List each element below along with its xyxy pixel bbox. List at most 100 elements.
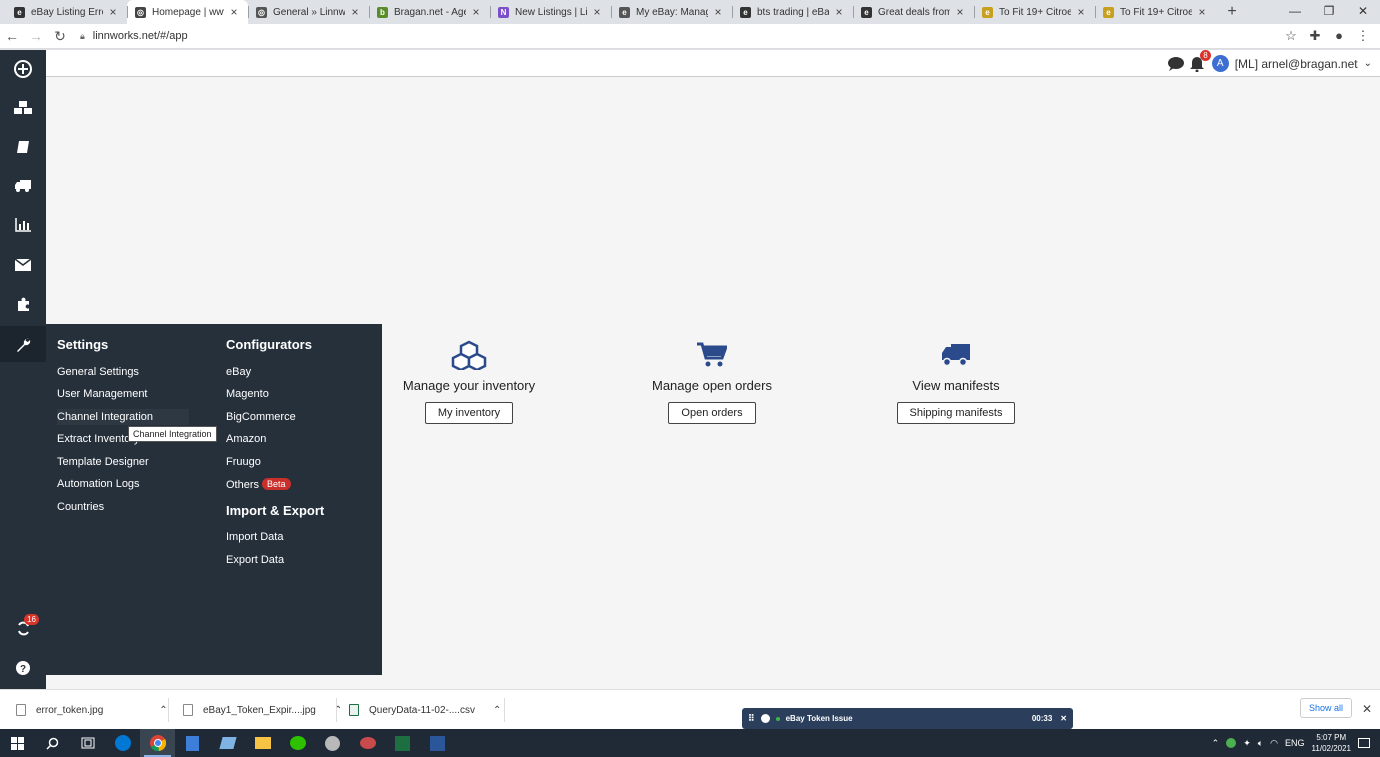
app-icon[interactable]	[210, 729, 245, 757]
dropbox-icon[interactable]: ✦	[1243, 738, 1251, 749]
reports-chart-icon[interactable]	[0, 207, 46, 243]
screen-recorder-pill[interactable]: ⠿ eBay Token Issue 00:33 ✕	[742, 708, 1073, 729]
chrome-icon[interactable]	[140, 729, 175, 757]
browser-tab[interactable]: ◎ Homepage | www.li ×	[127, 0, 248, 24]
new-tab-button[interactable]: +	[1220, 0, 1244, 24]
chevron-up-icon[interactable]: ⌃	[493, 705, 501, 716]
clock[interactable]: 5:07 PM 11/02/2021	[1312, 732, 1351, 754]
import-data-link[interactable]: Import Data	[226, 531, 283, 543]
skype-icon[interactable]	[105, 729, 140, 757]
wifi-icon[interactable]: ◠	[1270, 738, 1278, 749]
open-orders-button[interactable]: Open orders	[668, 402, 756, 424]
help-icon[interactable]: ?	[0, 650, 46, 686]
browser-tab[interactable]: e To Fit 19+ Citroen E ×	[974, 0, 1095, 24]
close-tab-icon[interactable]: ×	[954, 5, 966, 19]
close-tab-icon[interactable]: ×	[712, 5, 724, 19]
task-view-icon[interactable]	[70, 729, 105, 757]
download-item[interactable]: error_token.jpg ⌃	[16, 690, 168, 730]
orders-book-icon[interactable]	[0, 129, 46, 165]
windows-start-icon[interactable]	[0, 729, 35, 757]
close-tab-icon[interactable]: ×	[107, 5, 119, 19]
settings-item-user-management[interactable]: User Management	[57, 388, 148, 400]
browser-tab[interactable]: e To Fit 19+ Citroen E ×	[1095, 0, 1216, 24]
settings-item-general[interactable]: General Settings	[57, 366, 139, 378]
settings-item-automation-logs[interactable]: Automation Logs	[57, 478, 140, 490]
apps-puzzle-icon[interactable]	[0, 286, 46, 322]
network-status-icon[interactable]	[1226, 738, 1237, 748]
browser-tab[interactable]: ◎ General » Linnwork ×	[248, 0, 369, 24]
dashboard-icon[interactable]	[0, 51, 46, 87]
close-tab-icon[interactable]: ×	[349, 5, 361, 19]
settings-flyout: Settings General Settings User Managemen…	[46, 324, 382, 675]
shipping-manifests-button[interactable]: Shipping manifests	[896, 402, 1016, 424]
chevron-up-icon[interactable]: ⌃	[159, 705, 167, 716]
tab-favicon-icon: e	[861, 6, 872, 18]
show-all-button[interactable]: Show all	[1299, 698, 1352, 718]
download-item[interactable]: eBay1_Token_Expir....jpg ⌃	[183, 690, 342, 730]
notifications-bell-icon[interactable]: 8	[1189, 49, 1211, 72]
settings-wrench-icon[interactable]	[0, 326, 46, 362]
inventory-icon[interactable]	[0, 90, 46, 126]
browser-tab[interactable]: e Great deals from bt ×	[853, 0, 974, 24]
close-tab-icon[interactable]: ×	[833, 5, 845, 19]
drag-handle-icon[interactable]: ⠿	[748, 713, 755, 724]
browser-tab[interactable]: e My eBay: Manage f ×	[611, 0, 732, 24]
mail-icon[interactable]	[0, 247, 46, 283]
browser-tab[interactable]: e eBay Listing Error - ×	[6, 0, 127, 24]
close-tab-icon[interactable]: ×	[470, 5, 482, 19]
record-stop-icon[interactable]	[760, 714, 770, 723]
configurator-ebay[interactable]: eBay	[226, 366, 251, 378]
configurator-bigcommerce[interactable]: BigCommerce	[226, 411, 296, 423]
close-tab-icon[interactable]: ×	[1075, 5, 1087, 19]
settings-item-countries[interactable]: Countries	[57, 501, 104, 513]
close-icon[interactable]: ✕	[1362, 702, 1372, 716]
browser-tab[interactable]: b Bragan.net - Agent ×	[369, 0, 490, 24]
chat-icon[interactable]	[1167, 56, 1184, 71]
notifications-center-icon[interactable]	[1358, 738, 1370, 748]
app-icon[interactable]	[350, 729, 385, 757]
close-tab-icon[interactable]: ×	[228, 5, 240, 19]
excel-icon[interactable]	[385, 729, 420, 757]
profile-icon[interactable]: ●	[1330, 28, 1348, 44]
forward-icon[interactable]: →	[24, 28, 48, 44]
download-item[interactable]: QueryData-11-02-....csv ⌃	[349, 690, 501, 730]
close-window-icon[interactable]: ✕	[1346, 0, 1380, 22]
settings-item-channel-integration[interactable]: Channel Integration	[57, 409, 190, 425]
reload-icon[interactable]: ↻	[48, 28, 72, 45]
tab-favicon-icon: ◎	[256, 6, 267, 18]
configurator-fruugo[interactable]: Fruugo	[226, 456, 261, 468]
sync-icon[interactable]: 16	[0, 610, 46, 646]
close-tab-icon[interactable]: ×	[1196, 5, 1208, 19]
language-indicator[interactable]: ENG	[1285, 738, 1305, 748]
browser-tab[interactable]: N New Listings | Liste ×	[490, 0, 611, 24]
file-explorer-icon[interactable]	[245, 729, 280, 757]
search-icon[interactable]	[35, 729, 70, 757]
shipping-truck-icon[interactable]	[0, 168, 46, 204]
back-icon[interactable]: ←	[0, 28, 24, 44]
minimize-icon[interactable]: —	[1278, 0, 1312, 22]
avatar[interactable]: A	[1211, 55, 1229, 72]
wechat-icon[interactable]	[280, 729, 315, 757]
menu-icon[interactable]: ⋮	[1354, 28, 1372, 44]
word-icon[interactable]	[420, 729, 455, 757]
browser-tab[interactable]: e bts trading | eBay S ×	[732, 0, 853, 24]
configurator-others[interactable]: Others Beta	[226, 478, 291, 491]
close-icon[interactable]: ✕	[1060, 714, 1067, 723]
bookmark-star-icon[interactable]: ☆	[1282, 28, 1300, 44]
configurator-amazon[interactable]: Amazon	[226, 433, 266, 445]
volume-icon[interactable]: 🔈︎	[1258, 738, 1263, 749]
settings-item-template-designer[interactable]: Template Designer	[57, 456, 149, 468]
restore-icon[interactable]: ❐	[1312, 0, 1346, 22]
address-bar[interactable]: 🔒︎ linnworks.net/#/app	[72, 25, 1282, 47]
my-inventory-button[interactable]: My inventory	[424, 402, 514, 424]
app-icon[interactable]	[315, 729, 350, 757]
calculator-icon[interactable]	[175, 729, 210, 757]
configurator-magento[interactable]: Magento	[226, 388, 269, 400]
chevron-up-icon[interactable]: ⌃	[1212, 738, 1220, 749]
user-email[interactable]: [ML] arnel@bragan.net	[1235, 57, 1358, 71]
windows-taskbar: ⌃ ✦ 🔈︎ ◠ ENG 5:07 PM 11/02/2021	[0, 729, 1380, 757]
extensions-icon[interactable]: ✚	[1306, 28, 1324, 44]
close-tab-icon[interactable]: ×	[591, 5, 603, 19]
export-data-link[interactable]: Export Data	[226, 554, 284, 566]
chevron-down-icon[interactable]: ⌄	[1364, 58, 1372, 69]
